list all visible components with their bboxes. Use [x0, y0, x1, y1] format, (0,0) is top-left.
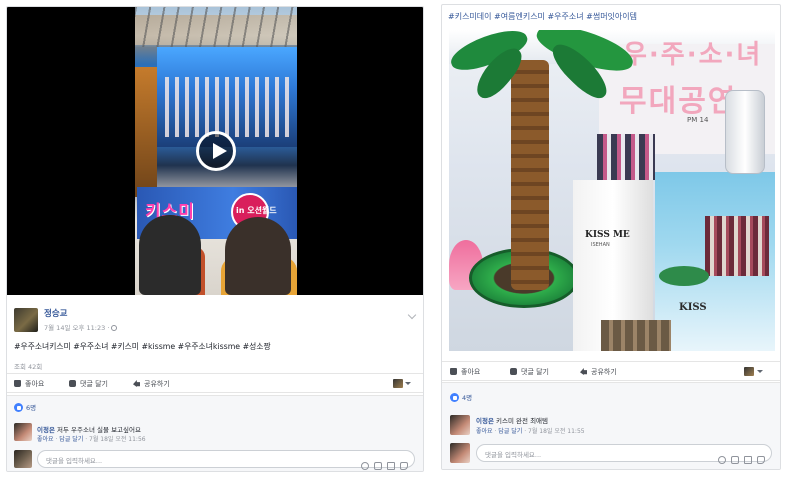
thumbs-up-icon [14, 380, 21, 387]
post-header: 정승교 7월 14일 오후 11:23 · [7, 304, 423, 340]
sticker-icon[interactable] [400, 462, 408, 470]
comment-section: 4명 이정은 키스미 완전 최애템 좋아요 · 답글 달기 · 7월 18일 오… [442, 382, 780, 469]
action-bar: 좋아요 댓글 달기 공유하기 [7, 373, 423, 393]
post-timestamp[interactable]: 7월 14일 오후 11:23 · [44, 322, 118, 332]
reaction-summary[interactable]: 4명 [450, 392, 472, 402]
photo-scene-box [601, 320, 671, 351]
comment-icon [69, 380, 76, 387]
comment-label: 댓글 달기 [521, 368, 549, 376]
avatar[interactable] [450, 415, 470, 435]
comment-input[interactable]: 댓글을 입력하세요... [37, 450, 415, 470]
reaction-avatar[interactable] [393, 379, 403, 388]
comment-button[interactable]: 댓글 달기 [69, 379, 108, 389]
photo-scene-grass [659, 266, 709, 286]
photo-sign-text: 우·주·소·녀 [623, 40, 763, 70]
post-caption: #우주소녀키스미 #우주소녀 #키스미 #kissme #우주소녀kissme … [14, 342, 271, 351]
reaction-avatar[interactable] [744, 367, 754, 376]
comment-input[interactable]: 댓글을 입력하세요... [476, 444, 772, 464]
photo-logo: KISS ME [585, 230, 630, 240]
photo-sign-text: 무대공연 [619, 84, 738, 119]
photo-scene-products [705, 216, 769, 276]
timestamp-text: 7월 14일 오후 11:23 · [44, 324, 110, 332]
post-card-left: 키스미 in 오션월드 정승교 7월 14일 오후 11:23 · #우주소녀키… [6, 6, 424, 472]
photo-scene-jar [725, 90, 765, 174]
comment-author[interactable]: 이정은 [37, 426, 55, 434]
emoji-icon[interactable] [361, 462, 369, 470]
share-label: 공유하기 [144, 380, 170, 388]
sticker-icon[interactable] [757, 456, 765, 464]
video-scene-pillar [135, 67, 157, 197]
share-button[interactable]: 공유하기 [580, 367, 617, 377]
share-icon [580, 368, 587, 375]
play-icon[interactable] [196, 131, 236, 171]
photo-scene-palm-trunk [511, 60, 549, 290]
comment-label: 댓글 달기 [80, 380, 108, 388]
comment-tools [356, 455, 408, 471]
comment-like-link[interactable]: 좋아요 [37, 436, 54, 443]
like-button[interactable]: 좋아요 [450, 367, 480, 377]
video-badge-text: in 오션월드 [236, 206, 277, 215]
like-button[interactable]: 좋아요 [14, 379, 44, 389]
photo-logo-right: KISS [679, 302, 707, 313]
comment-reply-link[interactable]: 답글 달기 [59, 436, 83, 443]
share-label: 공유하기 [591, 368, 617, 376]
avatar [14, 450, 32, 468]
chevron-down-icon[interactable] [407, 310, 417, 320]
comment-time[interactable]: 7월 18일 오전 11:56 [89, 436, 146, 443]
share-button[interactable]: 공유하기 [133, 379, 170, 389]
caret-down-icon[interactable] [405, 382, 411, 385]
like-label: 좋아요 [25, 380, 45, 388]
comment-author[interactable]: 이정은 [476, 417, 494, 425]
like-label: 좋아요 [461, 368, 481, 376]
comment-time[interactable]: 7월 18일 오전 11:55 [528, 428, 585, 435]
comment-button[interactable]: 댓글 달기 [510, 367, 549, 377]
like-badge-icon [450, 393, 459, 402]
comment-placeholder: 댓글을 입력하세요... [485, 451, 542, 459]
video-scene-truss [135, 7, 297, 47]
like-badge-icon [14, 403, 23, 412]
emoji-icon[interactable] [718, 456, 726, 464]
view-count: 조회 42회 [14, 363, 43, 371]
comment-reply-link[interactable]: 답글 달기 [498, 428, 522, 435]
camera-icon[interactable] [731, 456, 739, 464]
comment-like-link[interactable]: 좋아요 [476, 428, 493, 435]
post-author[interactable]: 정승교 [44, 307, 67, 319]
photo-logo-sub: ISEHAN [591, 242, 610, 248]
comment-icon [510, 368, 517, 375]
comment-body: 이정은 저두 우주소녀 실물 보고싶어요 [37, 424, 141, 434]
avatar[interactable] [14, 423, 32, 441]
comment-text: 키스미 완전 최애템 [496, 417, 549, 425]
reaction-count: 4명 [462, 394, 473, 402]
video-scene-performers [165, 77, 295, 137]
reaction-summary[interactable]: 6명 [14, 402, 36, 412]
post-card-right: #키스미데이 #여름엔키스미 #우주소녀 #썸머잇아이템 우·주·소·녀 무대공… [441, 4, 781, 470]
comment-section: 6명 이정은 저두 우주소녀 실물 보고싶어요 좋아요 · 답글 달기 · 7월… [7, 395, 423, 471]
comment-body: 이정은 키스미 완전 최애템 [476, 415, 548, 425]
video-scene-person-head [225, 217, 291, 295]
photo-clock-text: PM 14 [687, 116, 709, 124]
action-bar: 좋아요 댓글 달기 공유하기 [442, 361, 780, 381]
avatar[interactable] [14, 308, 38, 332]
post-hashtags[interactable]: #키스미데이 #여름엔키스미 #우주소녀 #썸머잇아이템 [448, 11, 637, 22]
comment-text: 저두 우주소녀 실물 보고싶어요 [57, 426, 141, 434]
comment-actions: 좋아요 · 답글 달기 · 7월 18일 오전 11:55 [476, 428, 585, 435]
avatar [450, 443, 470, 463]
comment-placeholder: 댓글을 입력하세요... [46, 457, 103, 465]
gif-icon[interactable] [744, 456, 752, 464]
camera-icon[interactable] [374, 462, 382, 470]
caret-down-icon[interactable] [757, 370, 763, 373]
thumbs-up-icon [450, 368, 457, 375]
globe-icon [111, 325, 118, 331]
video-scene-person-head [139, 215, 201, 295]
reaction-count: 6명 [26, 404, 37, 412]
gif-icon[interactable] [387, 462, 395, 470]
photo-scene-products [597, 134, 655, 180]
comment-tools [713, 449, 765, 468]
comment-actions: 좋아요 · 답글 달기 · 7월 18일 오전 11:56 [37, 436, 146, 443]
post-photo[interactable]: 우·주·소·녀 무대공연 PM 14 KISS KISS ME ISEHAN [449, 30, 775, 351]
share-icon [133, 380, 140, 387]
video-player[interactable]: 키스미 in 오션월드 [7, 7, 423, 295]
